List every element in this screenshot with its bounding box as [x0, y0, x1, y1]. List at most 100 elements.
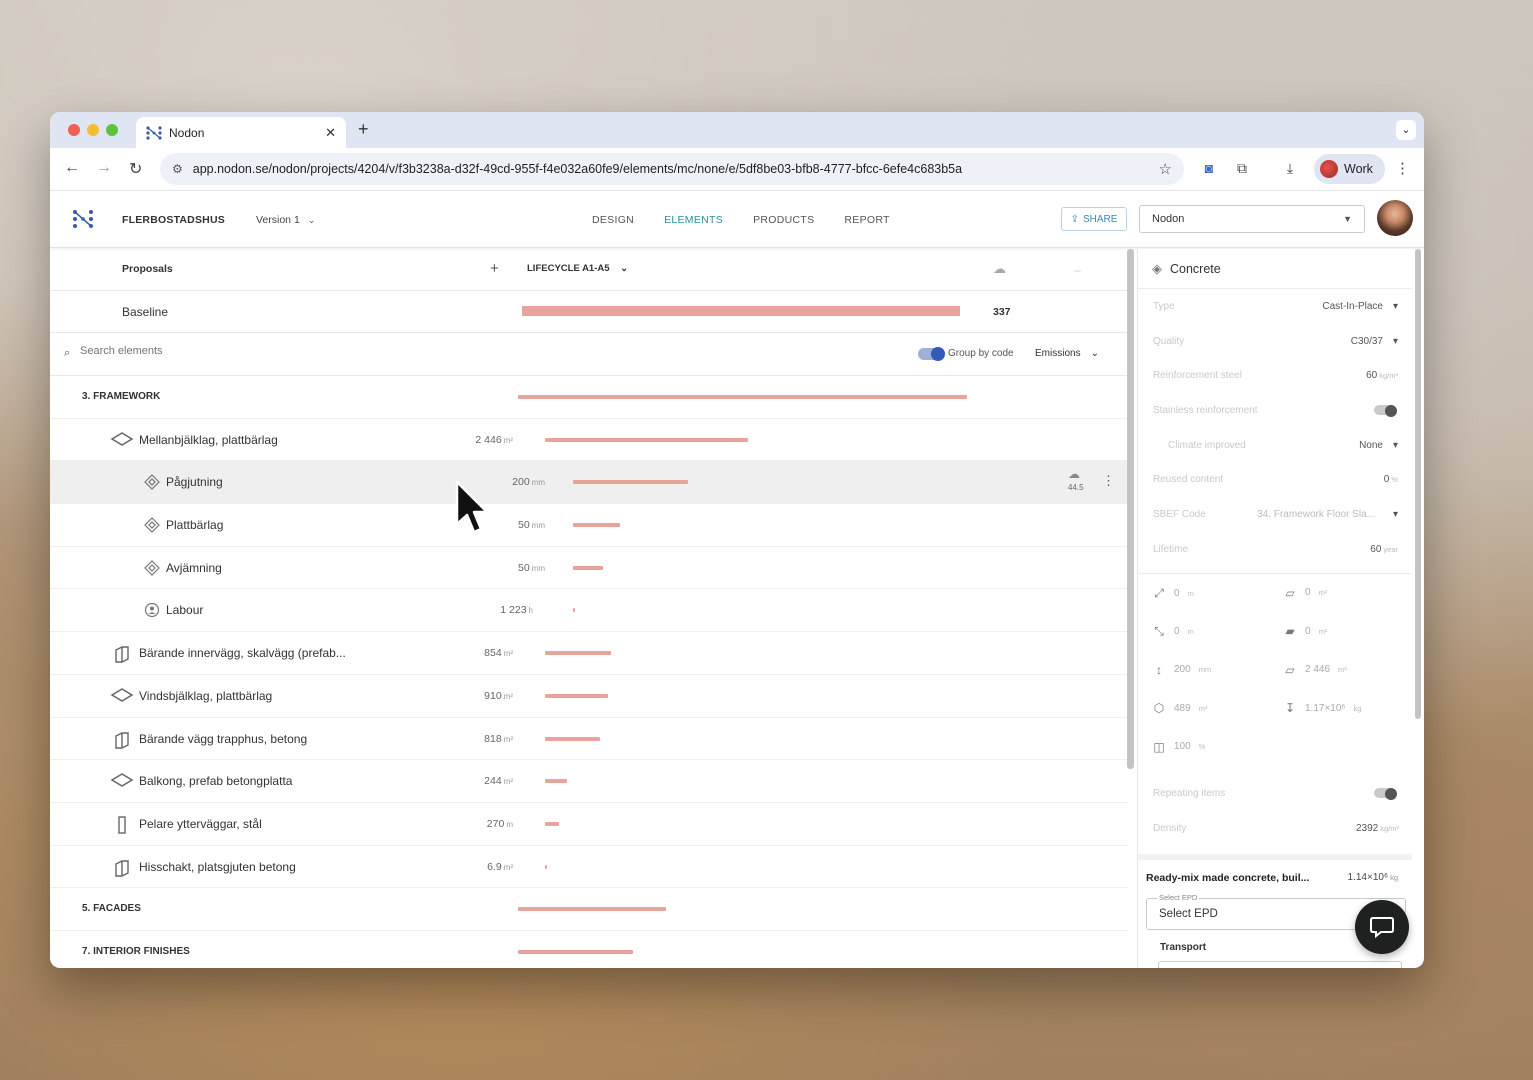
row-quantity: 6.9 m²: [487, 861, 513, 873]
element-row[interactable]: Balkong, prefab betongplatta 244 m²: [50, 760, 1128, 803]
bookmark-star-icon[interactable]: ☆: [1159, 160, 1172, 178]
extensions-puzzle-icon[interactable]: ⧉: [1233, 159, 1251, 177]
user-avatar[interactable]: [1377, 200, 1413, 236]
element-row[interactable]: Hisschakt, platsgjuten betong 6.9 m²: [50, 846, 1128, 889]
dimension-item[interactable]: ↧ 1.17×10⁶ kg: [1283, 701, 1362, 715]
address-bar[interactable]: ⚙ app.nodon.se/nodon/projects/4204/v/f3b…: [160, 153, 1184, 185]
dimension-item[interactable]: ↕ 200 mm: [1152, 663, 1211, 677]
tab-design[interactable]: DESIGN: [592, 214, 634, 226]
property-row[interactable]: Reused content 0%: [1138, 462, 1412, 497]
product-row[interactable]: Plattbärlag 50 mm: [50, 504, 1128, 547]
profile-chip[interactable]: Work: [1314, 154, 1385, 184]
row-menu-icon[interactable]: ⋮: [1102, 473, 1115, 489]
nodon-logo-icon[interactable]: [72, 209, 94, 229]
dimension-item[interactable]: ▰ 0 m²: [1283, 624, 1327, 638]
property-row[interactable]: Type Cast-In-Place ▾: [1138, 289, 1412, 324]
group-row[interactable]: 7. INTERIOR FINISHES: [50, 931, 1128, 968]
property-row[interactable]: SBEF Code 34. Framework Floor Sla... ▾: [1138, 497, 1412, 532]
group-row[interactable]: 5. FACADES: [50, 888, 1128, 931]
new-tab-button[interactable]: +: [358, 119, 369, 140]
property-row[interactable]: Climate improved None ▾: [1138, 428, 1412, 463]
group-by-code-toggle[interactable]: [918, 347, 945, 361]
project-name[interactable]: FLERBOSTADSHUS: [122, 214, 225, 226]
organization-select[interactable]: Nodon ▼: [1139, 205, 1365, 233]
property-row[interactable]: Stainless reinforcement: [1138, 393, 1412, 428]
property-row[interactable]: Quality C30/37 ▾: [1138, 324, 1412, 359]
dimension-unit: m²: [1338, 665, 1347, 674]
emissions-selector[interactable]: Emissions ⌄: [1035, 348, 1099, 359]
properties-panel: ◈ Concrete Type Cast-In-Place ▾ Quality C30/…: [1137, 249, 1412, 968]
share-button[interactable]: ⇪ SHARE: [1061, 207, 1127, 231]
element-row[interactable]: Bärande innervägg, skalvägg (prefab... 85…: [50, 632, 1128, 675]
dimension-item[interactable]: ▱ 0 m²: [1283, 586, 1327, 600]
extension-icon[interactable]: ◙: [1200, 159, 1218, 177]
product-row[interactable]: Avjämning 50 mm: [50, 547, 1128, 590]
tab-search-icon[interactable]: ⌄: [1396, 120, 1416, 140]
product-row[interactable]: Pågjutning 200 mm ☁ 44.5 ⋮: [50, 461, 1128, 505]
property-toggle[interactable]: [1374, 405, 1397, 418]
list-scrollbar[interactable]: [1127, 249, 1134, 769]
element-row[interactable]: Bärande vägg trapphus, betong 818 m²: [50, 718, 1128, 761]
panel-scrollbar[interactable]: [1415, 249, 1421, 719]
baseline-row[interactable]: Baseline 337: [50, 291, 1128, 333]
emission-bar: [573, 608, 575, 613]
row-label: 3. FRAMEWORK: [82, 391, 161, 402]
emission-bar: [573, 480, 688, 485]
property-value: 0%: [1384, 474, 1398, 485]
row-quantity: 200 mm: [512, 476, 545, 488]
browser-tab[interactable]: Nodon ✕: [136, 117, 346, 148]
dimension-value: 0: [1174, 626, 1180, 637]
minimize-window-button[interactable]: [87, 124, 99, 136]
element-row[interactable]: Mellanbjälklag, plattbärlag 2 446 m²: [50, 419, 1128, 462]
property-value-text: 0: [1383, 474, 1390, 486]
dimension-item[interactable]: ⬡ 489 m³: [1152, 701, 1208, 715]
property-row[interactable]: Lifetime 60 year: [1138, 532, 1412, 567]
co2-value: 44.5: [1068, 483, 1084, 493]
mouse-cursor-icon: [455, 480, 489, 534]
dimension-item[interactable]: ⤡ 0 m: [1152, 624, 1194, 639]
download-icon[interactable]: ⤓: [1281, 159, 1299, 177]
slab-icon: [109, 687, 135, 702]
tab-products[interactable]: PRODUCTS: [753, 214, 814, 226]
version-selector[interactable]: Version 1 ⌄: [256, 214, 315, 226]
row-label: Bärande vägg trapphus, betong: [139, 731, 308, 746]
group-row[interactable]: 3. FRAMEWORK: [50, 376, 1128, 419]
dimension-item[interactable]: ◫ 100%: [1152, 740, 1205, 754]
proposals-label: Proposals: [122, 263, 173, 275]
emission-bar: [545, 437, 748, 442]
quantity-value: 244: [484, 775, 502, 788]
lifecycle-selector[interactable]: LIFECYCLE A1-A5 ⌄: [527, 263, 628, 274]
element-row[interactable]: Vindsbjälklag, plattbärlag 910 m²: [50, 675, 1128, 718]
chat-button[interactable]: [1355, 900, 1409, 954]
repeating-toggle[interactable]: [1374, 788, 1397, 800]
search-input[interactable]: [80, 345, 380, 357]
add-proposal-icon[interactable]: +: [490, 260, 499, 277]
reload-icon[interactable]: ↻: [129, 159, 142, 179]
group-by-code-label: Group by code: [948, 348, 1014, 359]
transport-field[interactable]: [1158, 961, 1402, 968]
baseline-label: Baseline: [122, 305, 169, 319]
close-tab-icon[interactable]: ✕: [325, 125, 336, 141]
quantity-value: 6.9: [487, 860, 502, 873]
property-row[interactable]: Reinforcement steel 60 kg/m³: [1138, 358, 1412, 393]
element-row[interactable]: Pelare ytterväggar, stål 270 m: [50, 803, 1128, 846]
row-quantity: 2 446 m²: [475, 434, 513, 446]
dimension-item[interactable]: ▱ 2 446 m²: [1283, 663, 1347, 677]
product-icon: [139, 517, 165, 533]
back-icon[interactable]: ←: [64, 159, 80, 177]
row-label: Avjämning: [166, 560, 222, 575]
tab-report[interactable]: REPORT: [844, 214, 889, 226]
site-settings-icon[interactable]: ⚙: [172, 162, 183, 176]
dimension-item[interactable]: ⤢ 0 m: [1152, 586, 1194, 601]
dimension-unit: m: [1187, 627, 1194, 636]
quantity-value: 2 446: [475, 433, 502, 446]
tab-elements[interactable]: ELEMENTS: [664, 214, 723, 226]
length-icon: ⤢: [1154, 585, 1164, 600]
close-window-button[interactable]: [68, 124, 80, 136]
browser-menu-icon[interactable]: ⋮: [1395, 159, 1410, 177]
epd-value: 1.14×10⁶ kg: [1348, 872, 1398, 883]
dimension-value: 0: [1305, 587, 1311, 598]
maximize-window-button[interactable]: [106, 124, 118, 136]
product-row[interactable]: Labour 1 223 h: [50, 589, 1128, 633]
forward-icon[interactable]: →: [96, 159, 112, 177]
